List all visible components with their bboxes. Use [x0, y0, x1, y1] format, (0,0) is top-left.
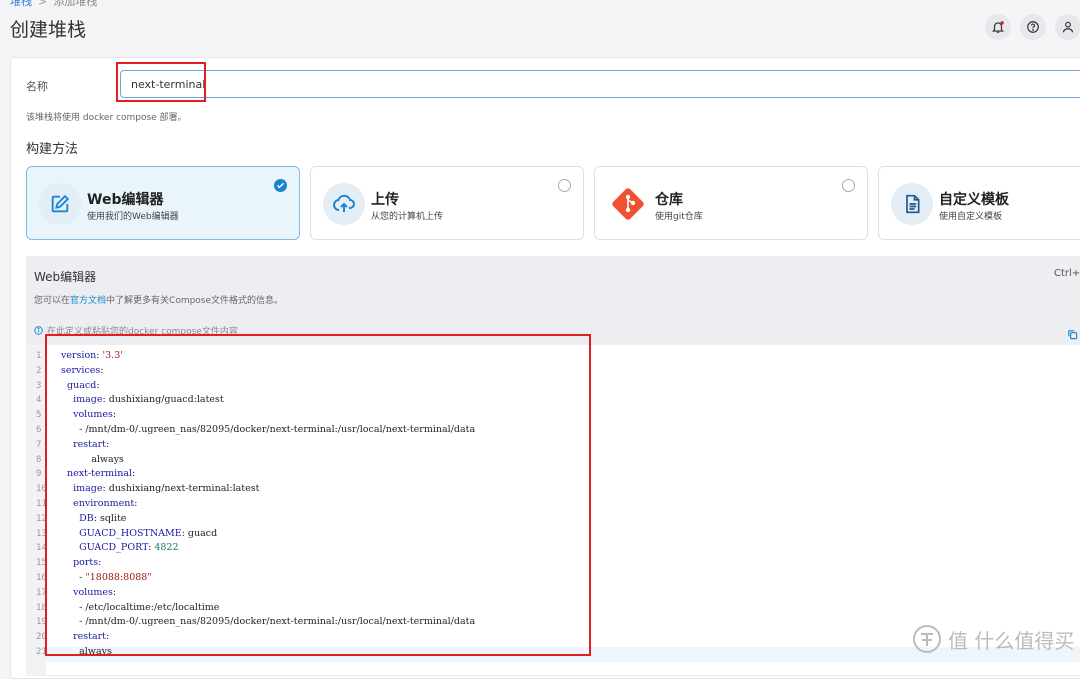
- watermark-logo-icon: [913, 625, 941, 653]
- line-number: 5: [36, 410, 42, 421]
- line-number: 7: [36, 439, 42, 450]
- info-icon: [34, 326, 43, 335]
- line-number: 8: [36, 454, 42, 465]
- name-highlight-box: [116, 62, 206, 102]
- method-repository[interactable]: 仓库 使用git仓库: [594, 166, 868, 240]
- line-number: 4: [36, 395, 42, 406]
- breadcrumb-current: 添加堆栈: [53, 0, 98, 8]
- line-number: 9: [36, 469, 42, 480]
- build-method-title: 构建方法: [26, 142, 79, 157]
- radio-icon[interactable]: [842, 179, 855, 192]
- notification-button[interactable]: [985, 14, 1011, 40]
- method-subtitle: 使用git仓库: [655, 212, 703, 222]
- name-input[interactable]: [120, 70, 1080, 98]
- method-title: 自定义模板: [939, 192, 1009, 208]
- line-number: 1: [36, 351, 42, 361]
- upload-cloud-icon: [333, 194, 355, 212]
- help-button[interactable]: [1020, 14, 1046, 40]
- breadcrumb-parent[interactable]: 堆栈: [10, 0, 32, 8]
- breadcrumb-separator: >: [38, 0, 48, 8]
- help-icon: [1027, 21, 1039, 33]
- docs-note-prefix: 您可以在: [34, 296, 71, 306]
- method-title: 仓库: [655, 192, 683, 208]
- method-title: 上传: [371, 192, 399, 208]
- radio-icon[interactable]: [558, 179, 571, 192]
- code-highlight-box: [45, 334, 591, 656]
- template-icon: [906, 194, 920, 214]
- method-subtitle: 使用自定义模板: [939, 212, 1003, 222]
- method-upload[interactable]: 上传 从您的计算机上传: [310, 166, 584, 240]
- git-icon: [612, 188, 644, 220]
- docs-note: 您可以在官方文档中了解更多有关Compose文件格式的信息。: [34, 293, 283, 306]
- method-subtitle: 使用我们的Web编辑器: [87, 212, 179, 222]
- docs-note-suffix: 中了解更多有关Compose文件格式的信息。: [106, 296, 284, 306]
- line-number: 3: [36, 380, 42, 391]
- copy-button[interactable]: [1067, 325, 1078, 344]
- edit-icon: [51, 194, 70, 213]
- docs-link[interactable]: 官方文档: [70, 296, 106, 306]
- page-title: 创建堆栈: [10, 19, 87, 41]
- method-custom-template[interactable]: 自定义模板 使用自定义模板: [878, 166, 1080, 240]
- shortcut-hint: Ctrl+: [1054, 268, 1080, 279]
- watermark: 值 什么值得买: [912, 624, 1074, 654]
- copy-icon: [1068, 330, 1078, 340]
- user-button[interactable]: [1055, 14, 1080, 40]
- bell-icon: [991, 21, 1005, 33]
- web-editor-title: Web编辑器: [34, 270, 97, 284]
- line-number: 6: [36, 425, 42, 435]
- method-title: Web编辑器: [87, 192, 164, 208]
- name-label: 名称: [26, 80, 48, 93]
- compose-hint: 该堆栈将使用 docker compose 部署。: [26, 113, 187, 123]
- watermark-text: 值 什么值得买: [948, 628, 1075, 653]
- check-icon: [274, 179, 287, 192]
- breadcrumb: 堆栈 > 添加堆栈: [10, 0, 97, 9]
- user-icon: [1062, 21, 1074, 33]
- method-subtitle: 从您的计算机上传: [371, 212, 444, 222]
- method-web-editor[interactable]: Web编辑器 使用我们的Web编辑器: [26, 166, 300, 240]
- line-number: 2: [36, 365, 42, 376]
